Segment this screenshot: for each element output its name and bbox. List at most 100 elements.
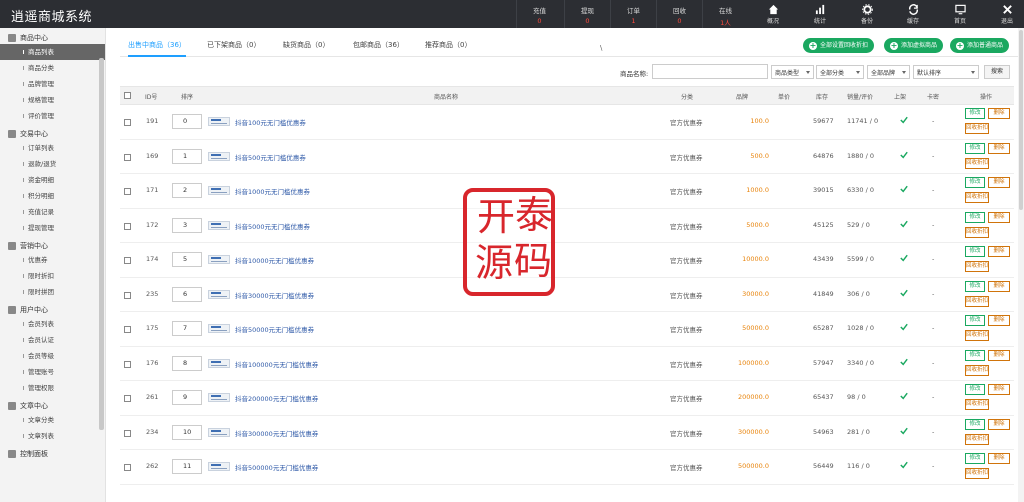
row-checkbox[interactable] xyxy=(124,153,131,161)
sort-input[interactable]: 11 xyxy=(172,459,202,474)
product-name-link[interactable]: 抖音200000元无门槛优惠券 xyxy=(235,393,318,403)
check-icon[interactable] xyxy=(900,254,908,262)
edit-button[interactable]: 修改 xyxy=(965,280,985,292)
check-icon[interactable] xyxy=(900,185,908,193)
sort-input[interactable]: 9 xyxy=(172,390,202,405)
row-checkbox[interactable] xyxy=(124,119,131,126)
product-name-link[interactable]: 抖音50000元无门槛优惠券 xyxy=(235,324,314,334)
row-checkbox[interactable] xyxy=(124,188,131,195)
sidebar-item[interactable]: 品牌管理 xyxy=(0,76,105,92)
sort-input[interactable]: 5 xyxy=(172,252,202,267)
edit-button[interactable]: 修改 xyxy=(965,453,985,464)
sidebar-item[interactable]: 会员等级 xyxy=(0,348,105,364)
sidebar-item[interactable]: 订单列表 xyxy=(0,140,105,156)
delete-button[interactable]: 删除 xyxy=(988,315,1010,326)
sidebar-group-header[interactable]: 营销中心 xyxy=(0,239,105,252)
sort-input[interactable]: 7 xyxy=(172,321,202,336)
sort-input[interactable]: 2 xyxy=(172,183,202,198)
tab-4[interactable]: 推荐商品（0） xyxy=(425,40,471,57)
sidebar-group-header[interactable]: 用户中心 xyxy=(0,303,105,316)
sidebar-item[interactable]: 文章分类 xyxy=(0,412,105,428)
recycle-discount-button[interactable]: 回收折扣 xyxy=(965,226,989,238)
tab-1[interactable]: 已下架商品（0） xyxy=(207,40,260,57)
sort-input[interactable]: 3 xyxy=(172,217,202,233)
check-icon[interactable] xyxy=(900,116,908,124)
sidebar-group-header[interactable]: 文章中心 xyxy=(0,399,105,412)
product-name-link[interactable]: 抖音300000元无门槛优惠券 xyxy=(235,428,318,438)
delete-button[interactable]: 删除 xyxy=(988,211,1010,223)
check-icon[interactable] xyxy=(900,323,908,331)
sidebar-item[interactable]: 退款/退货 xyxy=(0,156,105,172)
sidebar-item[interactable]: 文章列表 xyxy=(0,428,105,444)
check-icon[interactable] xyxy=(900,220,908,228)
add-normal-product-button[interactable]: + 添加普通商品 xyxy=(950,38,1010,53)
recycle-discount-button[interactable]: 回收折扣 xyxy=(965,123,989,134)
sort-input[interactable]: 10 xyxy=(172,424,202,440)
delete-button[interactable]: 删除 xyxy=(988,384,1010,395)
sidebar-item[interactable]: 资金明细 xyxy=(0,172,105,188)
edit-button[interactable]: 修改 xyxy=(965,108,985,119)
tab-2[interactable]: 缺货商品（0） xyxy=(283,40,329,57)
sort-input[interactable]: 0 xyxy=(172,114,202,129)
recycle-discount-button[interactable]: 回收折扣 xyxy=(965,157,989,169)
sidebar-item[interactable]: 管理账号 xyxy=(0,364,105,380)
sidebar-group-header[interactable]: 交易中心 xyxy=(0,127,105,140)
recycle-discount-button[interactable]: 回收折扣 xyxy=(965,261,989,272)
stat-1[interactable]: 提现 0 xyxy=(564,0,610,28)
row-checkbox[interactable] xyxy=(124,222,131,230)
row-checkbox[interactable] xyxy=(124,395,131,402)
edit-button[interactable]: 修改 xyxy=(965,246,985,257)
set-recycle-discount-button[interactable]: + 全部设置回收折扣 xyxy=(803,38,875,53)
sort-input[interactable]: 1 xyxy=(172,148,202,164)
recycle-discount-button[interactable]: 回收折扣 xyxy=(965,399,989,410)
product-name-input[interactable] xyxy=(652,64,768,79)
sidebar-item[interactable]: 优惠券 xyxy=(0,252,105,268)
check-icon[interactable] xyxy=(900,392,908,400)
product-name-link[interactable]: 抖音5000元无门槛优惠券 xyxy=(235,221,310,231)
recycle-discount-button[interactable]: 回收折扣 xyxy=(965,364,989,376)
sidebar-group-header[interactable]: 商品中心 xyxy=(0,31,105,44)
check-icon[interactable] xyxy=(900,461,908,469)
row-checkbox[interactable] xyxy=(124,326,131,333)
delete-button[interactable]: 删除 xyxy=(988,453,1010,464)
select-all-checkbox[interactable] xyxy=(124,92,131,99)
nav-bar-chart[interactable]: 统计 xyxy=(805,0,835,28)
stat-3[interactable]: 回收 0 xyxy=(656,0,702,28)
add-virtual-product-button[interactable]: + 添加虚拟商品 xyxy=(884,38,944,53)
sort-order-select[interactable]: 默认排序 xyxy=(913,65,979,79)
sidebar-scrollbar[interactable] xyxy=(99,58,104,430)
nav-home[interactable]: 概况 xyxy=(758,0,788,28)
delete-button[interactable]: 删除 xyxy=(988,142,1010,154)
stat-4[interactable]: 在线 1人 xyxy=(702,0,748,28)
delete-button[interactable]: 删除 xyxy=(988,246,1010,257)
sort-input[interactable]: 6 xyxy=(172,286,202,302)
nav-monitor[interactable]: 首页 xyxy=(945,0,975,28)
product-name-link[interactable]: 抖音30000元无门槛优惠券 xyxy=(235,290,314,300)
product-name-link[interactable]: 抖音500元无门槛优惠券 xyxy=(235,152,306,162)
edit-button[interactable]: 修改 xyxy=(965,315,985,326)
nav-refresh[interactable]: 缓存 xyxy=(898,0,928,28)
tab-0[interactable]: 出售中商品（36） xyxy=(128,40,186,57)
sidebar-item[interactable]: 提现管理 xyxy=(0,220,105,236)
product-name-link[interactable]: 抖音10000元无门槛优惠券 xyxy=(235,255,314,265)
recycle-discount-button[interactable]: 回收折扣 xyxy=(965,468,989,479)
delete-button[interactable]: 删除 xyxy=(988,280,1010,292)
sidebar-item[interactable]: 会员认证 xyxy=(0,332,105,348)
product-name-link[interactable]: 抖音1000元无门槛优惠券 xyxy=(235,186,310,196)
sidebar-item[interactable]: 限时拼团 xyxy=(0,284,105,300)
delete-button[interactable]: 删除 xyxy=(988,108,1010,119)
sidebar-item[interactable]: 商品列表 xyxy=(0,44,105,60)
delete-button[interactable]: 删除 xyxy=(988,349,1010,361)
category-select[interactable]: 全部分类 xyxy=(816,65,864,79)
recycle-discount-button[interactable]: 回收折扣 xyxy=(965,192,989,203)
sidebar-item[interactable]: 商品分类 xyxy=(0,60,105,76)
main-scrollbar[interactable] xyxy=(1018,28,1024,502)
row-checkbox[interactable] xyxy=(124,257,131,264)
delete-button[interactable]: 删除 xyxy=(988,418,1010,430)
recycle-discount-button[interactable]: 回收折扣 xyxy=(965,433,989,445)
tab-3[interactable]: 包邮商品（36） xyxy=(353,40,404,57)
row-checkbox[interactable] xyxy=(124,360,131,368)
row-checkbox[interactable] xyxy=(124,291,131,299)
nav-gear[interactable]: 备份 xyxy=(852,0,882,28)
check-icon[interactable] xyxy=(900,151,908,159)
